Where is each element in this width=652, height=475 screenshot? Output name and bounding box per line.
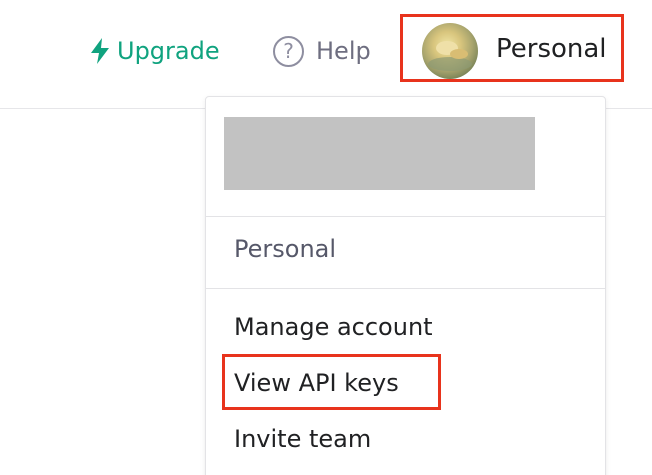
- avatar: [422, 23, 478, 79]
- redacted-user-info: [224, 117, 535, 190]
- menu-divider: [206, 288, 605, 289]
- manage-account-item[interactable]: Manage account: [234, 313, 433, 341]
- help-label: Help: [316, 37, 371, 65]
- account-menu-button[interactable]: Personal: [400, 14, 624, 82]
- account-dropdown-menu: Personal Manage account View API keys In…: [205, 96, 606, 475]
- top-navbar: Upgrade ? Help Personal: [0, 0, 652, 109]
- view-api-keys-item[interactable]: View API keys: [234, 369, 399, 397]
- upgrade-link[interactable]: Upgrade: [89, 33, 220, 69]
- lightning-bolt-icon: [91, 38, 109, 64]
- invite-team-item[interactable]: Invite team: [234, 425, 371, 453]
- upgrade-label: Upgrade: [117, 37, 220, 65]
- organization-label: Personal: [234, 235, 337, 263]
- page: Upgrade ? Help Personal Personal Manage …: [0, 0, 652, 475]
- help-link[interactable]: ? Help: [273, 33, 371, 69]
- menu-divider: [206, 216, 605, 217]
- account-label: Personal: [496, 34, 607, 64]
- question-circle-icon: ?: [273, 35, 304, 67]
